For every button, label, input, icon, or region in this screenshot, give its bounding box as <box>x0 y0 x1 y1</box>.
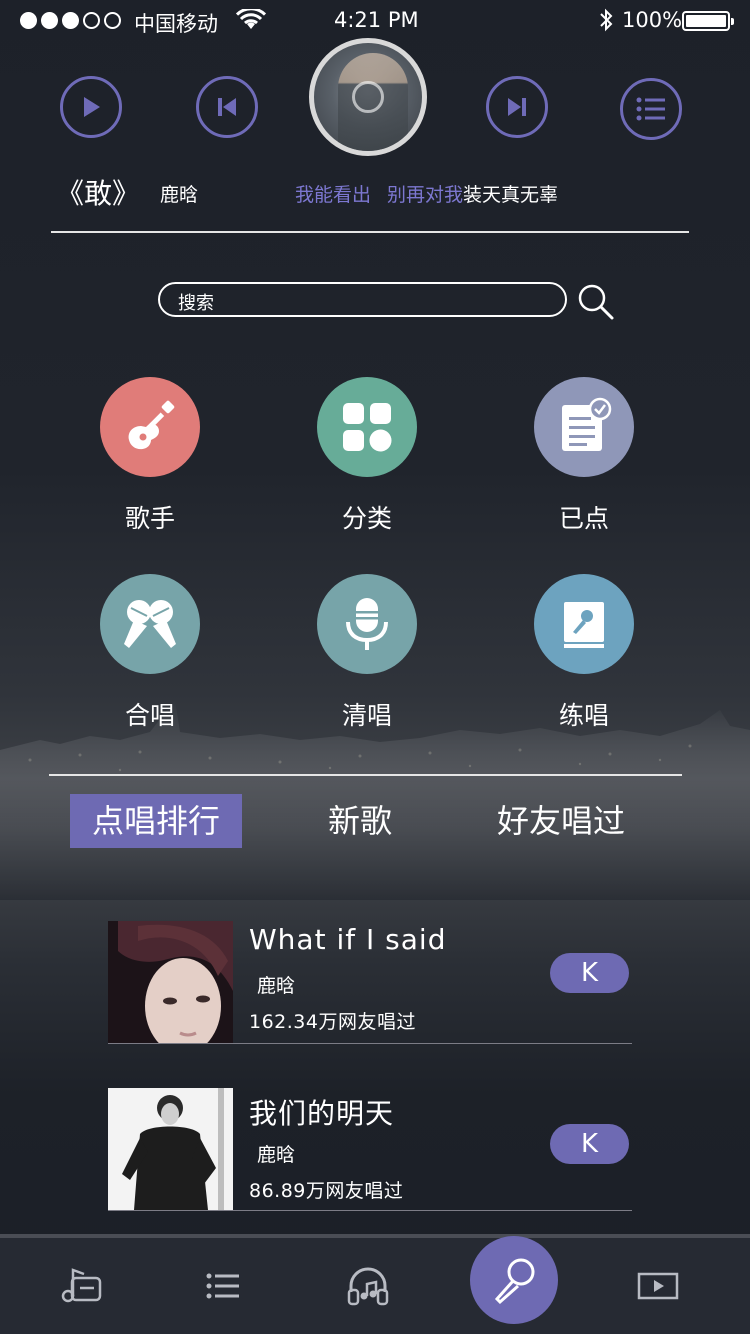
list-icon <box>206 1273 239 1299</box>
search-button[interactable] <box>576 282 616 322</box>
signal-dot <box>83 12 100 29</box>
list-item[interactable]: 我们的明天 鹿晗 86.89万网友唱过 K <box>108 1088 632 1211</box>
music-note-icon <box>61 1268 102 1303</box>
grid-icon <box>343 403 392 452</box>
search-placeholder: 搜索 <box>178 293 214 314</box>
now-playing-artist: 鹿晗 <box>160 184 199 206</box>
microphone-icon <box>494 1258 535 1305</box>
category-requested[interactable]: 已点 <box>509 377 659 535</box>
lyric-unsung-part: 装天真无辜 <box>463 184 559 206</box>
sing-count: 162.34万网友唱过 <box>249 1011 416 1033</box>
category-practice-label: 练唱 <box>558 701 609 730</box>
category-singer-label: 歌手 <box>124 504 175 533</box>
lyric-sung-part-1: 我能看出 <box>295 184 372 206</box>
category-acappella[interactable]: 清唱 <box>292 574 442 732</box>
category-requested-label: 已点 <box>558 504 609 533</box>
category-classification-circle <box>317 377 417 477</box>
status-bar: 中国移动 4:21 PM 100% <box>0 0 750 42</box>
play-icon <box>84 97 100 117</box>
play-button[interactable] <box>60 76 122 138</box>
song-artist: 鹿晗 <box>257 1144 296 1166</box>
tab-ranking[interactable]: 点唱排行 <box>70 794 243 848</box>
sing-count: 86.89万网友唱过 <box>249 1180 404 1202</box>
tab-friends-sung[interactable]: 好友唱过 <box>497 794 625 848</box>
divider <box>49 774 682 776</box>
album-cover[interactable] <box>309 38 427 156</box>
duet-mic-icon <box>124 600 176 648</box>
sing-button[interactable]: K <box>550 953 629 993</box>
song-thumbnail <box>108 921 233 1043</box>
tab-bar-sing[interactable] <box>470 1236 558 1324</box>
battery-percent: 100% <box>622 8 683 32</box>
category-acappella-label: 清唱 <box>341 701 392 730</box>
playlist-button[interactable] <box>620 78 682 140</box>
sing-button[interactable]: K <box>550 1124 629 1164</box>
song-thumbnail <box>108 1088 233 1210</box>
tab-bar-listen[interactable] <box>346 1264 390 1308</box>
category-duet-circle <box>100 574 200 674</box>
skip-back-icon <box>218 98 236 116</box>
microphone-icon <box>346 598 388 650</box>
lyric-line: 我能看出 别再对我装天真无辜 <box>295 180 558 207</box>
bluetooth-icon <box>598 8 614 37</box>
divider <box>51 231 689 233</box>
song-title: What if I said <box>249 923 447 956</box>
category-practice-circle <box>534 574 634 674</box>
headphones-icon <box>347 1267 389 1306</box>
category-duet[interactable]: 合唱 <box>75 574 225 732</box>
battery-icon <box>682 11 734 31</box>
song-title: 我们的明天 <box>249 1097 395 1130</box>
carrier-name: 中国移动 <box>134 12 218 36</box>
practice-book-icon <box>564 602 604 648</box>
search-input[interactable]: 搜索 <box>158 282 567 317</box>
category-duet-label: 合唱 <box>124 701 175 730</box>
tab-bar-list[interactable] <box>201 1264 245 1308</box>
signal-dot <box>104 12 121 29</box>
bottom-tab-bar <box>0 1234 750 1334</box>
tab-bar-video[interactable] <box>636 1264 680 1308</box>
category-acappella-circle <box>317 574 417 674</box>
category-singer[interactable]: 歌手 <box>75 377 225 535</box>
lyric-sung-part-2: 别再对我 <box>387 184 464 206</box>
clock: 4:21 PM <box>334 8 419 32</box>
signal-strength <box>20 12 121 29</box>
guitar-icon <box>128 400 175 450</box>
tab-bar-music[interactable] <box>60 1264 104 1308</box>
skip-forward-icon <box>508 98 526 116</box>
search-icon <box>578 284 614 320</box>
previous-track-button[interactable] <box>196 76 258 138</box>
next-track-button[interactable] <box>486 76 548 138</box>
signal-dot <box>20 12 37 29</box>
song-artist: 鹿晗 <box>257 975 296 997</box>
now-playing-title: 《敢》 <box>56 177 141 210</box>
checklist-icon <box>562 397 612 451</box>
category-classification-label: 分类 <box>341 504 392 533</box>
category-requested-circle <box>534 377 634 477</box>
signal-dot <box>41 12 58 29</box>
list-item[interactable]: What if I said 鹿晗 162.34万网友唱过 K <box>108 921 632 1044</box>
signal-dot <box>62 12 79 29</box>
tab-new-songs[interactable]: 新歌 <box>328 794 392 848</box>
video-icon <box>637 1272 679 1300</box>
wifi-icon <box>235 7 267 36</box>
category-classification[interactable]: 分类 <box>292 377 442 535</box>
category-singer-circle <box>100 377 200 477</box>
list-icon <box>636 97 665 121</box>
category-practice[interactable]: 练唱 <box>509 574 659 732</box>
